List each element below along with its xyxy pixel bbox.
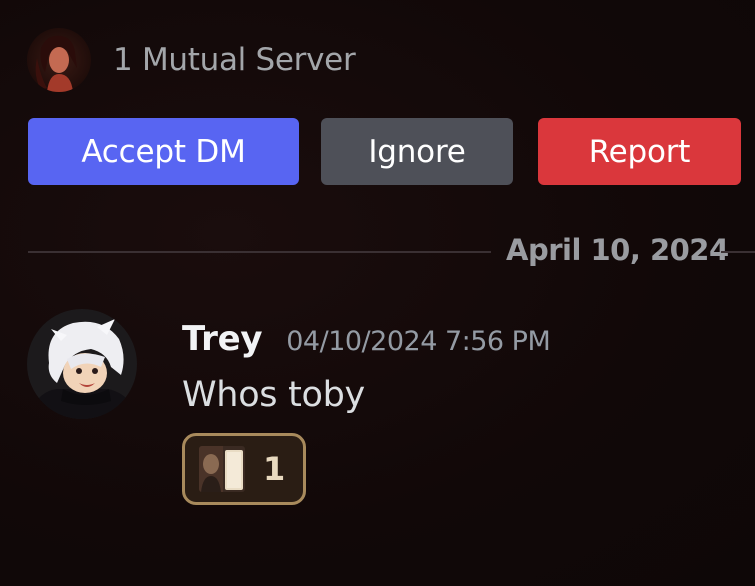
ignore-button[interactable]: Ignore bbox=[321, 118, 513, 185]
mutual-server-avatar[interactable] bbox=[27, 28, 91, 92]
accept-dm-button[interactable]: Accept DM bbox=[28, 118, 299, 185]
message-header: Trey 04/10/2024 7:56 PM bbox=[182, 319, 551, 359]
report-button[interactable]: Report bbox=[538, 118, 741, 185]
message-timestamp[interactable]: 04/10/2024 7:56 PM bbox=[286, 326, 551, 357]
reaction-count: 1 bbox=[263, 450, 286, 488]
message-content: Whos toby bbox=[182, 375, 365, 415]
divider-date: April 10, 2024 bbox=[506, 233, 729, 267]
divider-line bbox=[721, 251, 755, 253]
custom-emoji-icon bbox=[199, 446, 245, 492]
mutual-servers-label[interactable]: 1 Mutual Server bbox=[113, 42, 356, 78]
username[interactable]: Trey bbox=[182, 319, 263, 359]
dm-request-view: 1 Mutual Server Accept DM Ignore Report … bbox=[0, 0, 755, 586]
avatar[interactable] bbox=[27, 309, 137, 419]
date-divider: April 10, 2024 bbox=[28, 233, 755, 267]
reaction-button[interactable]: 1 bbox=[182, 433, 306, 505]
mutual-servers-row: 1 Mutual Server bbox=[27, 28, 356, 92]
divider-line bbox=[28, 251, 491, 253]
